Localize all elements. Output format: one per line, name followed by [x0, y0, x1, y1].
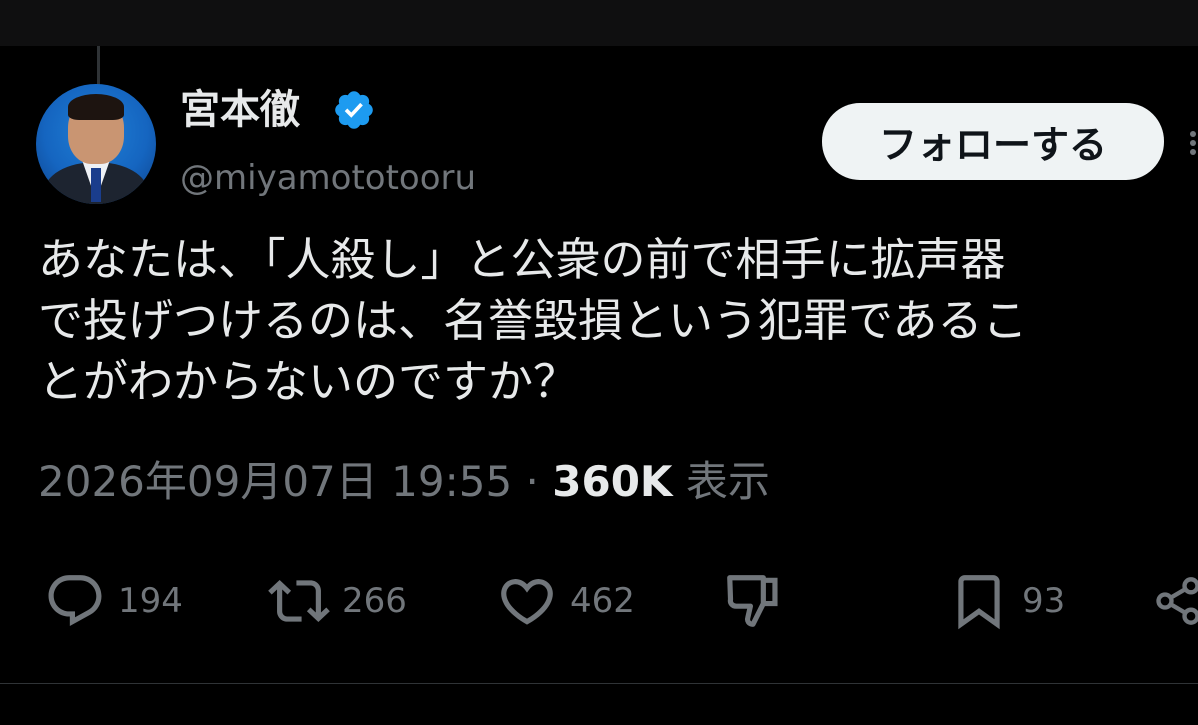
retweet-button[interactable]: 266 — [268, 566, 407, 636]
tweet-text-line: で投げつけるのは、名誉毀損という犯罪であるこ — [38, 294, 1028, 347]
divider — [0, 683, 1198, 684]
avatar[interactable] — [36, 84, 156, 204]
reply-button[interactable]: 194 — [44, 566, 183, 636]
reply-count: 194 — [118, 581, 183, 621]
views-count[interactable]: 360K — [552, 457, 672, 506]
views-label: 表示 — [685, 457, 770, 506]
tweet-text-line: とがわからないのですか？ — [38, 355, 579, 408]
like-count: 462 — [570, 581, 635, 621]
tweet-meta: 2026年09月07日 19:55 · 360K 表示 — [38, 452, 770, 512]
retweet-icon — [268, 580, 330, 622]
action-bar: 194 266 462 93 — [0, 566, 1198, 636]
share-icon — [1156, 577, 1198, 625]
retweet-count: 266 — [342, 581, 407, 621]
meta-separator: · — [525, 457, 539, 506]
bookmark-count: 93 — [1022, 581, 1066, 621]
bookmark-icon — [958, 575, 1000, 630]
thumbs-down-icon — [727, 575, 778, 627]
verified-badge-icon — [335, 91, 373, 129]
dislike-button[interactable] — [722, 566, 784, 636]
bookmark-button[interactable]: 93 — [948, 566, 1065, 636]
tweet-text-line: あなたは、「人殺し」と公衆の前で相手に拡声器 — [38, 233, 1006, 286]
display-name[interactable]: 宮本徹 — [180, 84, 300, 136]
thread-connector-line — [97, 46, 100, 86]
top-bar — [0, 0, 1198, 46]
follow-button[interactable]: フォローする — [822, 103, 1164, 180]
like-button[interactable]: 462 — [496, 566, 635, 636]
user-handle[interactable]: @miyamototooru — [180, 154, 476, 202]
more-options-icon[interactable] — [1184, 131, 1198, 155]
share-button[interactable] — [1152, 566, 1198, 636]
tweet-text: あなたは、「人殺し」と公衆の前で相手に拡声器 で投げつけるのは、名誉毀損という犯… — [38, 229, 1198, 412]
tweet-timestamp[interactable]: 2026年09月07日 19:55 — [38, 457, 512, 506]
reply-icon — [48, 575, 102, 627]
heart-icon — [501, 579, 553, 625]
